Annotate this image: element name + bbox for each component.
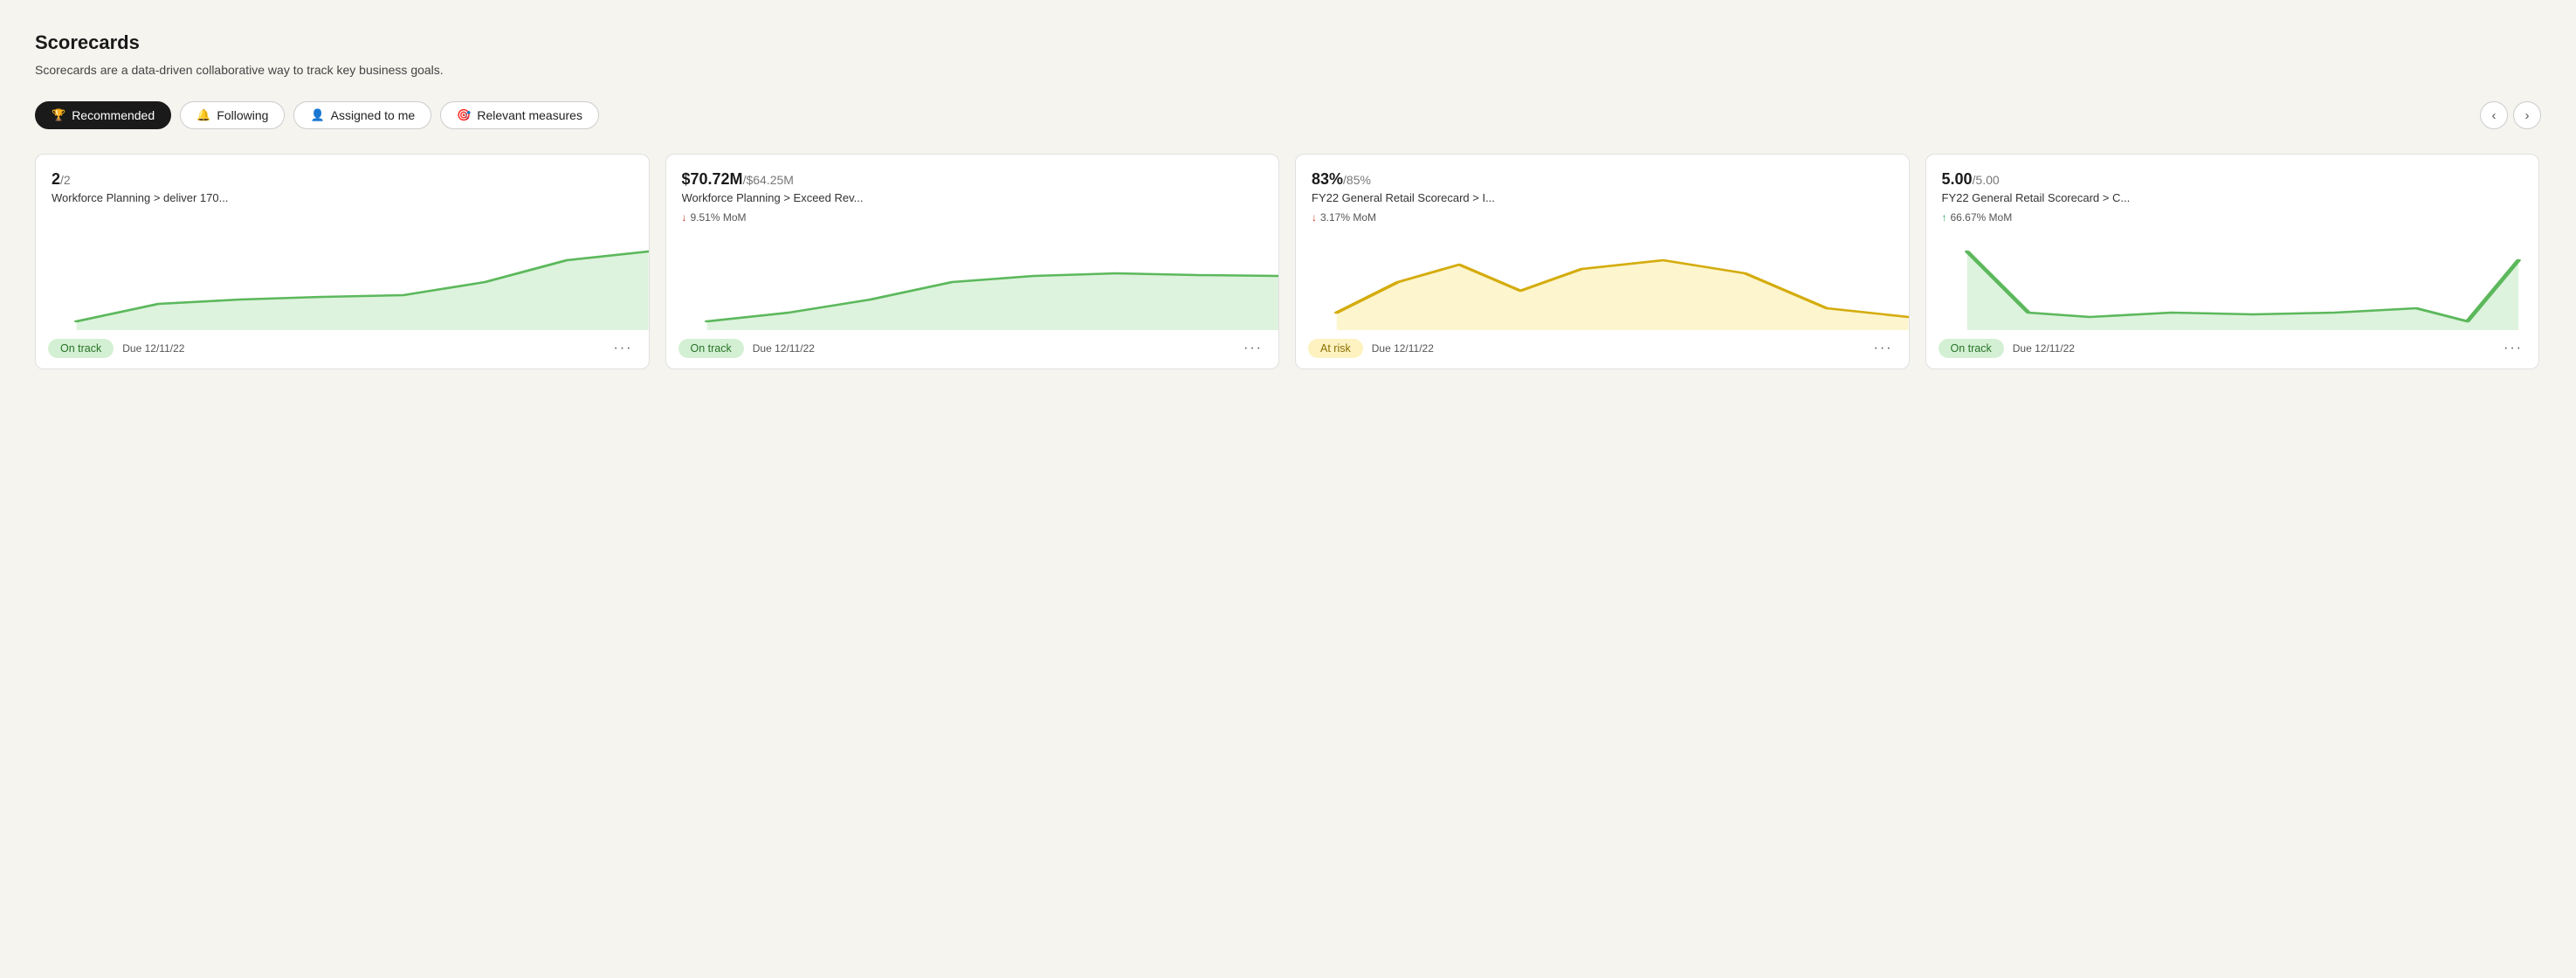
- scorecard-card4: 5.00/5.00 FY22 General Retail Scorecard …: [1925, 154, 2540, 369]
- due-date: Due 12/11/22: [122, 342, 184, 355]
- mom-arrow: ↓: [682, 211, 687, 224]
- tab-label-assigned: Assigned to me: [331, 108, 416, 122]
- card-name: FY22 General Retail Scorecard > I...: [1312, 191, 1893, 204]
- card-value-secondary: /$64.25M: [743, 173, 794, 187]
- tab-recommended[interactable]: 🏆 Recommended: [35, 101, 171, 129]
- next-button[interactable]: ›: [2513, 101, 2541, 129]
- card-name: FY22 General Retail Scorecard > C...: [1942, 191, 2524, 204]
- due-date: Due 12/11/22: [753, 342, 815, 355]
- chart-area: [1296, 227, 1909, 330]
- card-header: 5.00/5.00 FY22 General Retail Scorecard …: [1926, 155, 2539, 227]
- more-button[interactable]: ···: [1240, 339, 1266, 358]
- mom-value: 3.17% MoM: [1320, 211, 1376, 224]
- page-subtitle: Scorecards are a data-driven collaborati…: [35, 63, 2541, 77]
- card-name: Workforce Planning > Exceed Rev...: [682, 191, 1264, 204]
- status-badge: On track: [48, 339, 114, 358]
- tab-icon-relevant: 🎯: [457, 108, 471, 122]
- more-button[interactable]: ···: [610, 339, 637, 358]
- chart-area: [36, 227, 649, 330]
- card-header: 2/2 Workforce Planning > deliver 170...: [36, 155, 649, 227]
- chart-svg: [666, 234, 1279, 330]
- page-title: Scorecards: [35, 31, 2541, 54]
- card-name: Workforce Planning > deliver 170...: [52, 191, 633, 204]
- status-badge: On track: [1939, 339, 2004, 358]
- tab-icon-assigned: 👤: [310, 108, 324, 122]
- tab-label-following: Following: [217, 108, 268, 122]
- card-value: 83%/85%: [1312, 170, 1893, 189]
- chart-area: [666, 227, 1279, 330]
- tab-label-relevant: Relevant measures: [477, 108, 582, 122]
- card-header: 83%/85% FY22 General Retail Scorecard > …: [1296, 155, 1909, 227]
- card-mom: ↑ 66.67% MoM: [1942, 211, 2524, 224]
- mom-arrow: ↑: [1942, 211, 1947, 224]
- card-header: $70.72M/$64.25M Workforce Planning > Exc…: [666, 155, 1279, 227]
- card-value-secondary: /5.00: [1973, 173, 2000, 187]
- scorecard-card2: $70.72M/$64.25M Workforce Planning > Exc…: [665, 154, 1280, 369]
- chart-svg: [36, 234, 649, 330]
- card-value: $70.72M/$64.25M: [682, 170, 1264, 189]
- more-button[interactable]: ···: [2500, 339, 2526, 358]
- chart-svg: [1926, 234, 2539, 330]
- card-value-secondary: /85%: [1343, 173, 1371, 187]
- card-mom: ↓ 3.17% MoM: [1312, 211, 1893, 224]
- due-date: Due 12/11/22: [1372, 342, 1434, 355]
- more-button[interactable]: ···: [1870, 339, 1897, 358]
- card-value: 5.00/5.00: [1942, 170, 2524, 189]
- tab-icon-recommended: 🏆: [52, 108, 65, 122]
- chart-area: [1926, 227, 2539, 330]
- status-badge: At risk: [1308, 339, 1363, 358]
- tab-label-recommended: Recommended: [72, 108, 155, 122]
- card-footer: On track Due 12/11/22 ···: [1926, 330, 2539, 368]
- card-mom: ↓ 9.51% MoM: [682, 211, 1264, 224]
- mom-arrow: ↓: [1312, 211, 1317, 224]
- card-footer: At risk Due 12/11/22 ···: [1296, 330, 1909, 368]
- chart-svg: [1296, 234, 1909, 330]
- tab-icon-following: 🔔: [196, 108, 210, 122]
- tab-assigned[interactable]: 👤 Assigned to me: [293, 101, 431, 129]
- mom-value: 9.51% MoM: [691, 211, 747, 224]
- scorecard-card3: 83%/85% FY22 General Retail Scorecard > …: [1295, 154, 1910, 369]
- mom-value: 66.67% MoM: [1951, 211, 2013, 224]
- card-value: 2/2: [52, 170, 633, 189]
- card-footer: On track Due 12/11/22 ···: [666, 330, 1279, 368]
- scorecard-card1: 2/2 Workforce Planning > deliver 170... …: [35, 154, 650, 369]
- cards-row: 2/2 Workforce Planning > deliver 170... …: [35, 154, 2541, 369]
- tab-following[interactable]: 🔔 Following: [180, 101, 285, 129]
- card-value-secondary: /2: [60, 173, 71, 187]
- filter-tabs: 🏆 Recommended 🔔 Following 👤 Assigned to me 🎯 Re…: [35, 101, 2541, 129]
- nav-arrows: ‹ ›: [2480, 101, 2541, 129]
- status-badge: On track: [678, 339, 744, 358]
- prev-button[interactable]: ‹: [2480, 101, 2508, 129]
- tab-relevant[interactable]: 🎯 Relevant measures: [440, 101, 599, 129]
- card-footer: On track Due 12/11/22 ···: [36, 330, 649, 368]
- due-date: Due 12/11/22: [2013, 342, 2075, 355]
